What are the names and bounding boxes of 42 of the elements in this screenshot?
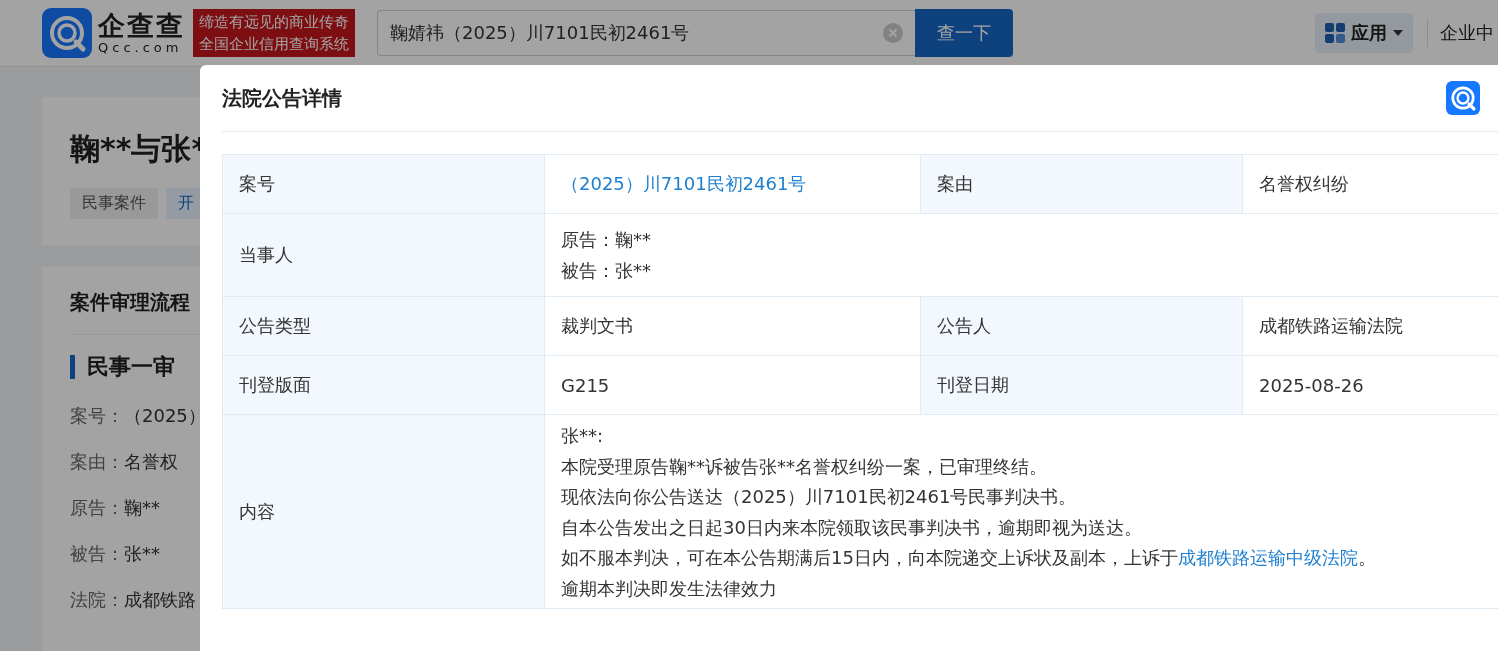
field-value: （2025） bbox=[124, 404, 206, 428]
field-value: 鞠** bbox=[124, 496, 160, 520]
logo-domain: Qcc.com bbox=[98, 41, 184, 55]
slogan-banner: 缔造有远见的商业传奇 全国企业信用查询系统 bbox=[193, 9, 355, 57]
logo-text: 企查查 bbox=[98, 11, 185, 41]
label-cell: 公告人 bbox=[921, 297, 1243, 355]
field-label: 法院： bbox=[70, 588, 124, 612]
label-cell: 案号 bbox=[223, 155, 545, 213]
logo-icon bbox=[1446, 81, 1480, 115]
field-value: 名誉权 bbox=[124, 450, 178, 474]
label-cell: 刊登日期 bbox=[921, 356, 1243, 414]
logo-icon bbox=[42, 8, 92, 58]
search-button[interactable]: 查一下 bbox=[915, 9, 1013, 57]
search-field[interactable]: 鞠婧祎（2025）川7101民初2461号 bbox=[377, 10, 915, 56]
notice-line: 自本公告发出之日起30日内来本院领取该民事判决书，逾期即视为送达。 bbox=[561, 515, 1142, 540]
dialog-title: 法院公告详情 bbox=[222, 84, 342, 112]
field-label: 被告： bbox=[70, 542, 124, 566]
section-title: 案件审理流程 bbox=[70, 289, 191, 316]
notice-line: 张**: bbox=[561, 424, 604, 448]
notice-line: 本院受理原告鞠**诉被告张**名誉权纠纷一案，已审理终结。 bbox=[561, 454, 1047, 479]
party-text: 原告：鞠** bbox=[561, 228, 651, 252]
label-cell: 刊登版面 bbox=[223, 356, 545, 414]
label-cell: 内容 bbox=[223, 415, 545, 608]
notice-line: 现依法向你公告送达（2025）川7101民初2461号民事判决书。 bbox=[561, 485, 1077, 509]
grid-icon bbox=[1325, 23, 1345, 43]
user-center-link[interactable]: 企业中 bbox=[1440, 21, 1494, 45]
field-value: 张** bbox=[124, 542, 160, 566]
party-text: 被告：张** bbox=[561, 259, 651, 283]
clear-icon[interactable] bbox=[883, 23, 903, 43]
field-label: 案由： bbox=[70, 450, 124, 474]
case-tag: 民事案件 bbox=[70, 188, 158, 219]
field-label: 案号： bbox=[70, 404, 124, 428]
label-cell: 当事人 bbox=[223, 214, 545, 296]
field-value: 成都铁路 bbox=[124, 588, 196, 612]
notice-line: 逾期本判决即发生法律效力 bbox=[561, 576, 777, 601]
field-label: 原告： bbox=[70, 496, 124, 520]
apps-menu-button[interactable]: 应用 bbox=[1315, 13, 1413, 53]
label-cell: 案由 bbox=[921, 155, 1243, 213]
notice-line: 如不服本判决，可在本公告期满后15日内，向本院递交上诉状及副本，上诉于成都铁路运输中级法院。 bbox=[561, 546, 1376, 570]
court-link[interactable]: 成都铁路运输中级法院 bbox=[1177, 547, 1358, 568]
label-cell: 公告类型 bbox=[223, 297, 545, 355]
caret-icon bbox=[1393, 30, 1403, 36]
